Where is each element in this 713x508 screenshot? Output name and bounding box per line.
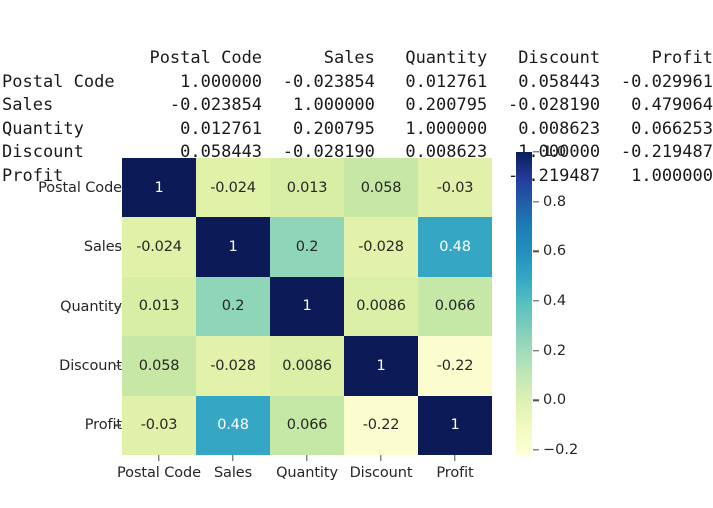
heatmap-x-tick-mark xyxy=(158,455,160,461)
heatmap-cell: -0.22 xyxy=(418,336,492,396)
table-column-header: Discount xyxy=(518,48,601,68)
heatmap-cell: 1 xyxy=(270,276,344,337)
heatmap-y-axis: Postal Code Sales Quantity Discount Profit xyxy=(0,158,122,455)
heatmap-figure: Postal Code Sales Quantity Discount Profit 1… xyxy=(0,140,713,508)
table-row-header: Quantity xyxy=(2,118,84,139)
heatmap-x-tick-mark xyxy=(454,455,456,461)
heatmap-y-tick-label: Postal Code xyxy=(38,179,122,196)
table-cell: 0.200795 xyxy=(293,118,375,139)
colorbar-tick-mark xyxy=(533,200,539,203)
heatmap-cell: -0.03 xyxy=(418,158,492,218)
heatmap-y-tick-label: Profit xyxy=(84,417,122,434)
table-row-header: Sales xyxy=(2,95,54,115)
heatmap-y-tick-mark xyxy=(115,305,121,308)
heatmap-x-axis: Postal Code Sales Quantity Discount Profit xyxy=(117,455,492,495)
heatmap-cell: 1 xyxy=(344,336,418,396)
colorbar-tick-mark xyxy=(533,151,539,153)
colorbar-tick-mark xyxy=(533,399,539,402)
heatmap-y-tick-mark xyxy=(115,246,121,248)
heatmap-y-tick-mark xyxy=(115,365,121,367)
colorbar-tick-label: 0.0 xyxy=(543,392,567,409)
heatmap-cell: 0.066 xyxy=(418,276,492,337)
heatmap-cell: 1 xyxy=(418,395,492,455)
heatmap-cell: -0.024 xyxy=(196,158,270,218)
heatmap-cell: 0.066 xyxy=(270,395,344,455)
table-cell: 0.008623 xyxy=(518,118,601,139)
table-cell: 0.066253 xyxy=(631,118,713,139)
table-corner-cell xyxy=(2,47,148,71)
heatmap-cell: -0.028 xyxy=(196,336,270,396)
table-column-header: Sales xyxy=(323,48,375,68)
heatmap-cell: 0.2 xyxy=(196,276,270,337)
heatmap-cell: 0.013 xyxy=(122,276,196,337)
table-cell: 0.012761 xyxy=(405,71,488,92)
table-cell: -0.023854 xyxy=(169,95,263,115)
colorbar-tick-mark xyxy=(533,300,539,302)
heatmap-x-tick-label: Profit xyxy=(436,465,474,481)
table-cell: -0.023854 xyxy=(282,71,375,92)
table-cell: 1.000000 xyxy=(405,118,488,139)
colorbar-tick-label: 0.4 xyxy=(543,293,567,310)
heatmap-y-tick-label: Quantity xyxy=(60,298,122,315)
table-row: Postal Code 1.000000 -0.023854 0.012761 0.05… xyxy=(2,71,713,95)
table-row: Sales -0.023854 1.000000 0.200795 -0.028190 0… xyxy=(2,94,713,118)
heatmap-cell: -0.024 xyxy=(122,217,196,277)
heatmap-cell: 0.013 xyxy=(270,158,344,218)
heatmap-x-tick-mark xyxy=(306,455,308,461)
colorbar-tick-mark xyxy=(533,349,539,352)
heatmap-x-tick-mark xyxy=(232,455,234,461)
table-header-row: Postal Code Sales Quantity Discount Profit xyxy=(2,47,713,71)
table-column-header: Postal Code xyxy=(149,48,263,68)
heatmap-y-tick-mark xyxy=(115,186,121,189)
colorbar-tick-label: 0.8 xyxy=(543,193,567,210)
colorbar-tick-label: −0.2 xyxy=(543,442,579,459)
heatmap-cell: -0.22 xyxy=(344,395,418,455)
heatmap-y-tick-label: Discount xyxy=(59,357,122,374)
table-column-header: Quantity xyxy=(405,48,488,68)
heatmap-cell: 1 xyxy=(196,217,270,277)
heatmap-cell: 0.0086 xyxy=(270,336,344,396)
table-cell: 1.000000 xyxy=(293,95,375,115)
table-row: Quantity 0.012761 0.200795 1.000000 0.008623… xyxy=(2,118,713,142)
heatmap-x-tick-label: Quantity xyxy=(276,465,338,481)
colorbar-tick-mark xyxy=(533,250,539,253)
heatmap-grid: 1 -0.024 0.013 0.058 -0.03 -0.024 1 0.2 -0.028 0.… xyxy=(122,158,492,455)
heatmap-x-tick-mark xyxy=(380,455,382,461)
heatmap-y-tick-mark xyxy=(115,424,121,426)
heatmap-cell: 0.058 xyxy=(122,336,196,396)
heatmap-cell: -0.028 xyxy=(344,217,418,277)
heatmap-y-tick-label: Sales xyxy=(83,239,122,256)
heatmap-x-tick-label: Discount xyxy=(349,465,413,481)
heatmap-cell: 0.48 xyxy=(196,395,270,455)
table-cell: 1.000000 xyxy=(180,71,263,92)
table-row-header: Postal Code xyxy=(2,71,115,92)
colorbar-tick-label: 0.2 xyxy=(543,342,567,359)
colorbar: 1.0 0.8 0.6 0.4 0.2 0.0 −0.2 xyxy=(516,144,578,458)
heatmap-x-tick-label: Postal Code xyxy=(117,465,201,481)
heatmap-cell: 1 xyxy=(122,158,196,218)
table-cell: 0.200795 xyxy=(405,95,488,115)
heatmap-cell: 0.0086 xyxy=(344,276,418,337)
table-column-header: Profit xyxy=(651,48,713,68)
table-cell: -0.028190 xyxy=(507,95,601,115)
colorbar-tick-label: 1.0 xyxy=(543,144,567,160)
heatmap-cell: 0.2 xyxy=(270,217,344,277)
colorbar-tick-mark xyxy=(533,449,539,451)
table-cell: -0.029961 xyxy=(620,71,713,92)
heatmap-cell: 0.48 xyxy=(418,217,492,277)
heatmap-cell: -0.03 xyxy=(122,395,196,455)
table-cell: 0.479064 xyxy=(631,95,713,115)
table-cell: 0.012761 xyxy=(180,118,263,139)
colorbar-gradient xyxy=(516,152,532,455)
table-cell: 0.058443 xyxy=(518,71,601,92)
heatmap-cell: 0.058 xyxy=(344,158,418,218)
heatmap-x-tick-label: Sales xyxy=(213,465,253,481)
colorbar-tick-label: 0.6 xyxy=(543,243,567,260)
